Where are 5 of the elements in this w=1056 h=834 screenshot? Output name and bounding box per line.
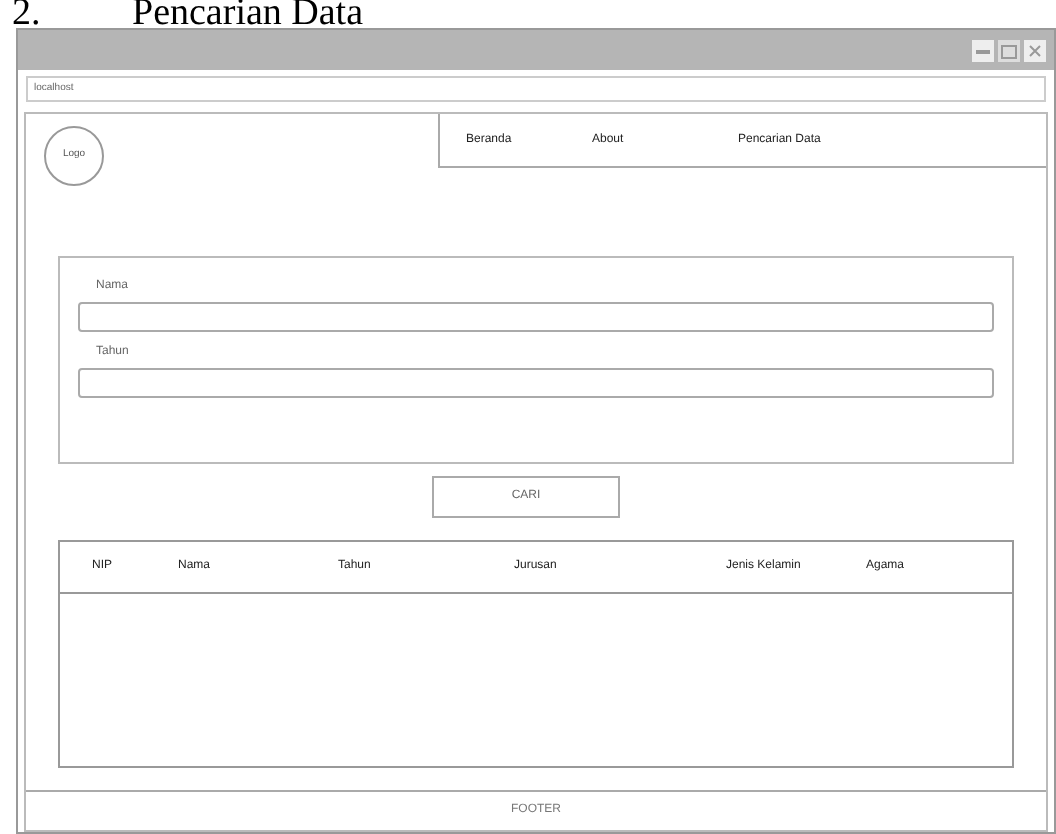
minimize-icon[interactable] xyxy=(972,39,994,61)
close-icon[interactable] xyxy=(1024,39,1046,61)
input-field[interactable] xyxy=(78,302,994,332)
input-field[interactable] xyxy=(78,368,994,398)
maximize-icon[interactable] xyxy=(998,39,1020,61)
